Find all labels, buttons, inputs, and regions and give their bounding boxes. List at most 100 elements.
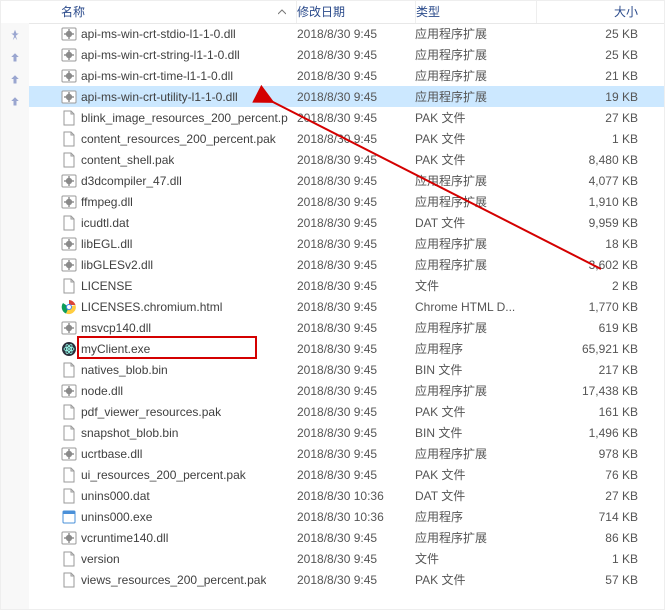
file-row[interactable]: pdf_viewer_resources.pak2018/8/30 9:45PA… [29, 401, 664, 422]
file-name-cell[interactable]: pdf_viewer_resources.pak [29, 404, 297, 420]
file-name-cell[interactable]: ucrtbase.dll [29, 446, 297, 462]
file-type-cell: 应用程序扩展 [415, 319, 535, 336]
file-icon [61, 425, 77, 441]
file-row[interactable]: LICENSE2018/8/30 9:45文件2 KB [29, 275, 664, 296]
file-name-cell[interactable]: blink_image_resources_200_percent.p [29, 110, 297, 126]
file-row[interactable]: unins000.dat2018/8/30 10:36DAT 文件27 KB [29, 485, 664, 506]
file-date-cell: 2018/8/30 9:45 [297, 27, 415, 41]
file-date-cell: 2018/8/30 9:45 [297, 48, 415, 62]
file-icon [61, 488, 77, 504]
file-name-cell[interactable]: LICENSE [29, 278, 297, 294]
file-name-cell[interactable]: libGLESv2.dll [29, 257, 297, 273]
file-row[interactable]: api-ms-win-crt-string-l1-1-0.dll 2018/8/3… [29, 44, 664, 65]
file-name-cell[interactable]: content_shell.pak [29, 152, 297, 168]
file-date-cell: 2018/8/30 9:45 [297, 153, 415, 167]
file-name-label: ffmpeg.dll [81, 195, 133, 209]
gear-icon [61, 530, 77, 546]
file-row[interactable]: node.dll2018/8/30 9:45应用程序扩展17,438 KB [29, 380, 664, 401]
column-header-date[interactable]: 修改日期 [297, 1, 416, 23]
file-type-cell: 应用程序扩展 [415, 172, 535, 189]
column-header-type[interactable]: 类型 [416, 1, 537, 23]
file-row[interactable]: libEGL.dll2018/8/30 9:45应用程序扩展18 KB [29, 233, 664, 254]
file-row[interactable]: ucrtbase.dll2018/8/30 9:45应用程序扩展978 KB [29, 443, 664, 464]
file-name-cell[interactable]: api-ms-win-crt-time-l1-1-0.dll [29, 68, 297, 84]
file-name-cell[interactable]: LICENSES.chromium.html [29, 299, 297, 315]
file-name-cell[interactable]: libEGL.dll [29, 236, 297, 252]
file-date-cell: 2018/8/30 9:45 [297, 426, 415, 440]
file-name-cell[interactable]: api-ms-win-crt-string-l1-1-0.dll [29, 47, 297, 63]
file-type-cell: BIN 文件 [415, 424, 535, 441]
file-name-cell[interactable]: natives_blob.bin [29, 362, 297, 378]
file-name-cell[interactable]: views_resources_200_percent.pak [29, 572, 297, 588]
file-name-cell[interactable]: msvcp140.dll [29, 320, 297, 336]
file-row[interactable]: unins000.exe2018/8/30 10:36应用程序714 KB [29, 506, 664, 527]
file-name-label: blink_image_resources_200_percent.p [81, 111, 288, 125]
file-row[interactable]: myClient.exe2018/8/30 9:45应用程序65,921 KB [29, 338, 664, 359]
file-name-cell[interactable]: ffmpeg.dll [29, 194, 297, 210]
file-row[interactable]: snapshot_blob.bin2018/8/30 9:45BIN 文件1,4… [29, 422, 664, 443]
file-name-label: version [81, 552, 120, 566]
file-date-cell: 2018/8/30 9:45 [297, 531, 415, 545]
gear-icon [61, 47, 77, 63]
file-name-label: libEGL.dll [81, 237, 132, 251]
file-name-label: myClient.exe [81, 342, 150, 356]
file-row[interactable]: d3dcompiler_47.dll2018/8/30 9:45应用程序扩展4,… [29, 170, 664, 191]
file-name-cell[interactable]: unins000.exe [29, 509, 297, 525]
file-row[interactable]: version2018/8/30 9:45文件1 KB [29, 548, 664, 569]
file-row[interactable]: api-ms-win-crt-stdio-l1-1-0.dll2018/8/30… [29, 23, 664, 44]
file-name-cell[interactable]: snapshot_blob.bin [29, 425, 297, 441]
file-date-cell: 2018/8/30 9:45 [297, 447, 415, 461]
file-row[interactable]: icudtl.dat2018/8/30 9:45DAT 文件9,959 KB [29, 212, 664, 233]
file-row[interactable]: libGLESv2.dll2018/8/30 9:45应用程序扩展3,602 K… [29, 254, 664, 275]
file-name-cell[interactable]: unins000.dat [29, 488, 297, 504]
file-size-cell: 76 KB [535, 468, 664, 482]
file-name-cell[interactable]: ui_resources_200_percent.pak [29, 467, 297, 483]
file-row[interactable]: blink_image_resources_200_percent.p2018/… [29, 107, 664, 128]
file-row[interactable]: msvcp140.dll2018/8/30 9:45应用程序扩展619 KB [29, 317, 664, 338]
file-list[interactable]: api-ms-win-crt-stdio-l1-1-0.dll2018/8/30… [29, 23, 664, 609]
file-size-cell: 27 KB [535, 489, 664, 503]
file-name-label: api-ms-win-crt-time-l1-1-0.dll [81, 69, 233, 83]
column-header-size[interactable]: 大小 [537, 1, 664, 23]
file-date-cell: 2018/8/30 9:45 [297, 69, 415, 83]
file-name-cell[interactable]: api-ms-win-crt-stdio-l1-1-0.dll [29, 26, 297, 42]
file-row[interactable]: LICENSES.chromium.html2018/8/30 9:45Chro… [29, 296, 664, 317]
file-type-cell: 应用程序扩展 [415, 382, 535, 399]
chrome-icon [61, 299, 77, 315]
file-type-cell: 文件 [415, 550, 535, 567]
file-date-cell: 2018/8/30 10:36 [297, 510, 415, 524]
file-size-cell: 27 KB [535, 111, 664, 125]
file-date-cell: 2018/8/30 9:45 [297, 384, 415, 398]
file-type-cell: 应用程序扩展 [415, 88, 535, 105]
file-type-cell: 应用程序 [415, 340, 535, 357]
file-type-cell: PAK 文件 [415, 130, 535, 147]
file-type-cell: 应用程序扩展 [415, 256, 535, 273]
file-size-cell: 4,077 KB [535, 174, 664, 188]
file-row[interactable]: api-ms-win-crt-utility-l1-1-0.dll2018/8/… [29, 86, 664, 107]
file-size-cell: 57 KB [535, 573, 664, 587]
file-size-cell: 1,910 KB [535, 195, 664, 209]
file-date-cell: 2018/8/30 9:45 [297, 237, 415, 251]
file-row[interactable]: api-ms-win-crt-time-l1-1-0.dll 2018/8/30 … [29, 65, 664, 86]
file-row[interactable]: content_shell.pak2018/8/30 9:45PAK 文件8,4… [29, 149, 664, 170]
file-row[interactable]: content_resources_200_percent.pak2018/8/… [29, 128, 664, 149]
file-size-cell: 25 KB [535, 48, 664, 62]
pin-icon [9, 73, 21, 85]
file-row[interactable]: ui_resources_200_percent.pak2018/8/30 9:… [29, 464, 664, 485]
file-name-cell[interactable]: d3dcompiler_47.dll [29, 173, 297, 189]
file-name-label: api-ms-win-crt-string-l1-1-0.dll [81, 48, 240, 62]
file-row[interactable]: vcruntime140.dll2018/8/30 9:45应用程序扩展86 K… [29, 527, 664, 548]
column-header-row[interactable]: 名称 修改日期 类型 大小 [29, 1, 664, 24]
file-name-cell[interactable]: api-ms-win-crt-utility-l1-1-0.dll [29, 89, 297, 105]
file-date-cell: 2018/8/30 9:45 [297, 132, 415, 146]
file-row[interactable]: views_resources_200_percent.pak2018/8/30… [29, 569, 664, 590]
file-name-cell[interactable]: vcruntime140.dll [29, 530, 297, 546]
column-header-name[interactable]: 名称 [29, 1, 297, 23]
file-name-cell[interactable]: version [29, 551, 297, 567]
file-name-cell[interactable]: icudtl.dat [29, 215, 297, 231]
file-name-cell[interactable]: content_resources_200_percent.pak [29, 131, 297, 147]
file-name-cell[interactable]: node.dll [29, 383, 297, 399]
file-row[interactable]: ffmpeg.dll2018/8/30 9:45应用程序扩展1,910 KB [29, 191, 664, 212]
file-name-cell[interactable]: myClient.exe [29, 341, 297, 357]
file-row[interactable]: natives_blob.bin2018/8/30 9:45BIN 文件217 … [29, 359, 664, 380]
